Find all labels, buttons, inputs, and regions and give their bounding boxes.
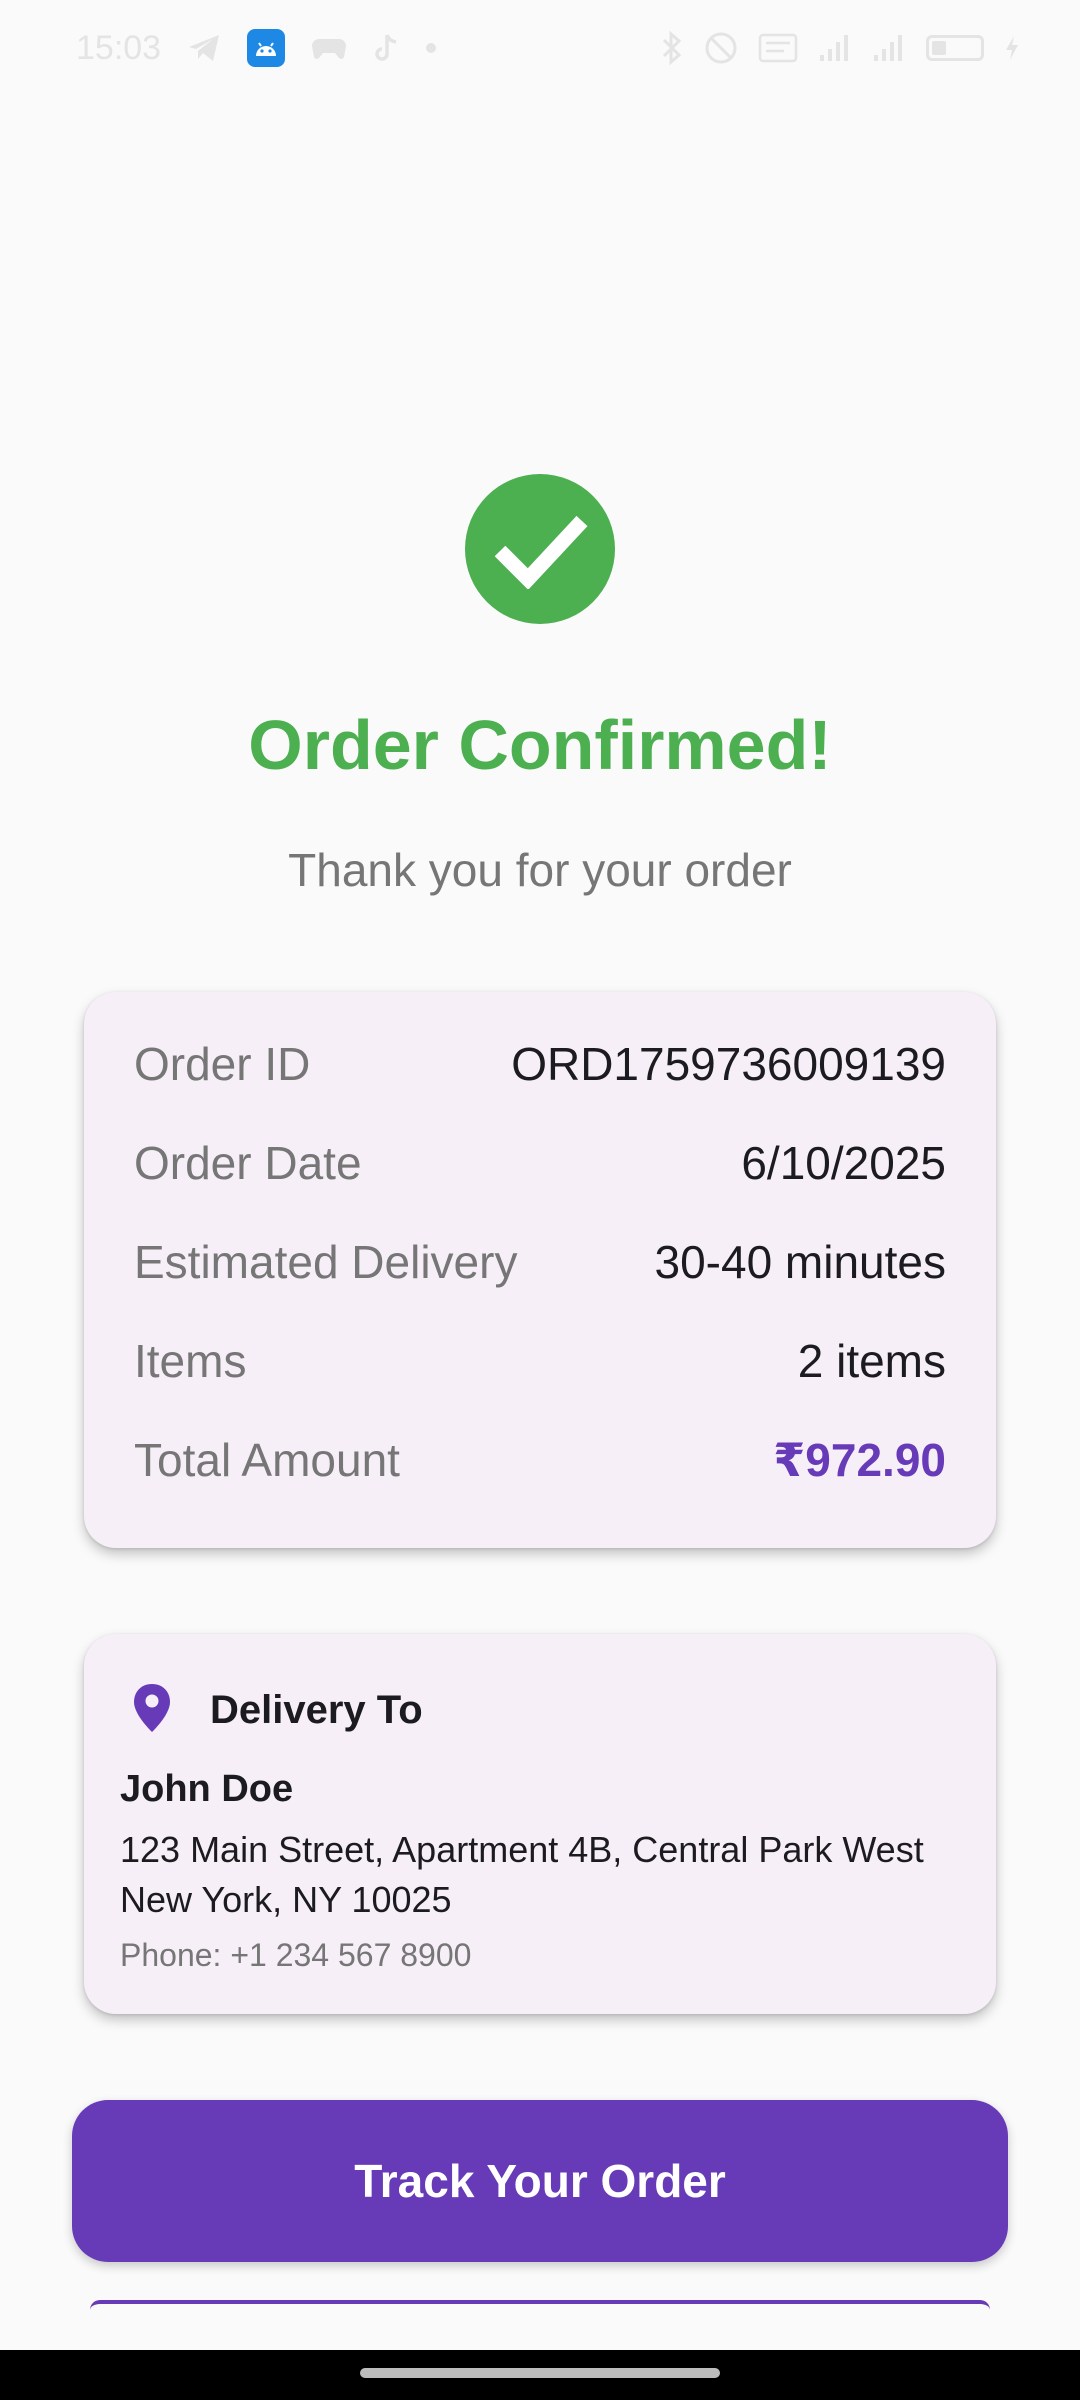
do-not-disturb-icon — [704, 31, 738, 65]
items-label: Items — [134, 1334, 247, 1387]
estimated-delivery-label: Estimated Delivery — [134, 1235, 518, 1288]
game-controller-icon — [311, 35, 347, 61]
delivery-header: Delivery To — [120, 1674, 960, 1746]
page-title: Order Confirmed! — [248, 706, 832, 784]
recipient-phone: Phone: +1 234 567 8900 — [120, 1937, 472, 1973]
order-summary-card: Order ID ORD1759736009139 Order Date 6/1… — [84, 992, 996, 1548]
tiktok-icon — [373, 33, 399, 63]
android-icon — [247, 29, 286, 67]
order-date-label: Order Date — [134, 1136, 362, 1189]
estimated-delivery-value: 30-40 minutes — [654, 1235, 947, 1288]
notification-dot-icon — [425, 42, 437, 54]
order-id-value: ORD1759736009139 — [511, 1037, 946, 1090]
track-order-button[interactable]: Track Your Order — [72, 2100, 1008, 2262]
check-circle-icon — [465, 474, 615, 624]
delivery-address-card: Delivery To John Doe 123 Main Street, Ap… — [84, 1634, 996, 2014]
total-amount-row: Total Amount ₹972.90 — [134, 1410, 946, 1509]
total-amount-label: Total Amount — [134, 1433, 400, 1486]
signal-icon-1 — [818, 31, 852, 65]
location-pin-icon — [132, 1682, 182, 1738]
order-id-label: Order ID — [134, 1037, 311, 1090]
delivery-title: Delivery To — [210, 1687, 423, 1732]
address-line-1: 123 Main Street, Apartment 4B, Central P… — [120, 1829, 924, 1870]
order-date-value: 6/10/2025 — [741, 1136, 946, 1189]
total-amount-value: ₹972.90 — [773, 1433, 946, 1486]
order-id-row: Order ID ORD1759736009139 — [134, 1014, 946, 1113]
items-row: Items 2 items — [134, 1311, 946, 1410]
charging-icon — [1004, 35, 1020, 61]
signal-icon-2 — [872, 31, 906, 65]
estimated-delivery-row: Estimated Delivery 30-40 minutes — [134, 1212, 946, 1311]
address-line-2: New York, NY 10025 — [120, 1879, 452, 1920]
bluetooth-icon — [660, 31, 684, 65]
data-speed-icon — [758, 31, 798, 65]
delivery-address: 123 Main Street, Apartment 4B, Central P… — [120, 1825, 960, 1925]
recipient-name: John Doe — [120, 1768, 294, 1810]
status-time: 15:03 — [76, 28, 162, 67]
telegram-icon — [187, 33, 221, 63]
secondary-button-edge[interactable] — [90, 2300, 990, 2310]
battery-icon — [926, 35, 984, 61]
order-date-row: Order Date 6/10/2025 — [134, 1113, 946, 1212]
status-bar: 15:03 — [0, 0, 1080, 96]
items-value: 2 items — [797, 1334, 946, 1387]
page-subtitle: Thank you for your order — [288, 844, 792, 896]
home-gesture-handle[interactable] — [360, 2368, 720, 2378]
